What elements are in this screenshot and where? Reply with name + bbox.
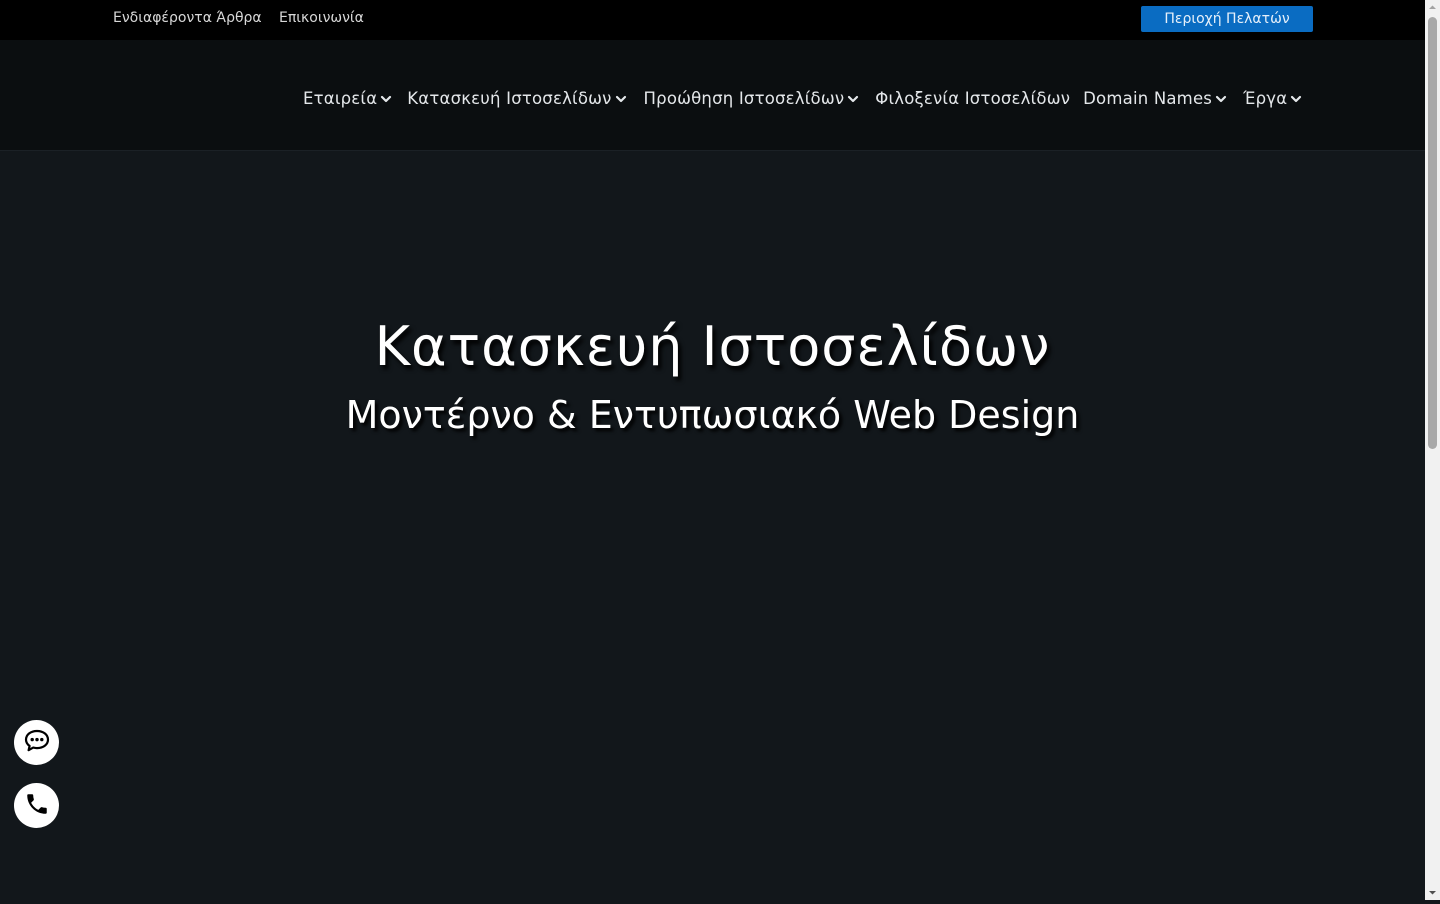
- nav-item-label: Εταιρεία: [303, 89, 378, 108]
- nav-item-label: Έργα: [1243, 89, 1288, 108]
- page: Ενδιαφέροντα Άρθρα Επικοινωνία Περιοχή Π…: [0, 0, 1425, 900]
- chat-button[interactable]: [14, 720, 59, 765]
- chevron-down-icon: [1214, 92, 1228, 106]
- chat-bubble-icon: [24, 729, 50, 757]
- main-header: Εταιρεία Κατασκευή Ιστοσελίδων Προώθηση …: [0, 40, 1425, 151]
- nav-item-label: Κατασκευή Ιστοσελίδων: [407, 89, 612, 108]
- scroll-down-arrow-icon[interactable]: [1425, 885, 1440, 900]
- phone-button[interactable]: [14, 783, 59, 828]
- nav-item-web-hosting[interactable]: Φιλοξενία Ιστοσελίδων: [875, 88, 1070, 110]
- hero-title: Κατασκευή Ιστοσελίδων: [374, 315, 1051, 378]
- hero-subtitle: Μοντέρνο & Εντυπωσιακό Web Design: [345, 393, 1080, 437]
- scrollbar-thumb[interactable]: [1428, 17, 1437, 449]
- nav-item-website-construction[interactable]: Κατασκευή Ιστοσελίδων: [407, 88, 627, 110]
- nav-item-label: Προώθηση Ιστοσελίδων: [643, 89, 845, 108]
- chevron-down-icon: [614, 92, 628, 106]
- chevron-down-icon: [379, 92, 393, 106]
- chevron-down-icon: [846, 92, 860, 106]
- nav-item-projects[interactable]: Έργα: [1243, 88, 1303, 110]
- nav-item-website-promotion[interactable]: Προώθηση Ιστοσελίδων: [644, 88, 861, 110]
- nav-item-company[interactable]: Εταιρεία: [303, 88, 393, 110]
- nav-item-label: Domain Names: [1083, 89, 1213, 108]
- scroll-up-arrow-icon[interactable]: [1425, 0, 1440, 15]
- nav-item-domain-names[interactable]: Domain Names: [1083, 88, 1228, 110]
- chevron-down-icon: [1289, 92, 1303, 106]
- contact-link[interactable]: Επικοινωνία: [279, 9, 364, 27]
- articles-link[interactable]: Ενδιαφέροντα Άρθρα: [113, 9, 262, 27]
- top-utility-bar: Ενδιαφέροντα Άρθρα Επικοινωνία Περιοχή Π…: [0, 0, 1425, 40]
- main-nav: Εταιρεία Κατασκευή Ιστοσελίδων Προώθηση …: [303, 88, 1303, 110]
- vertical-scrollbar[interactable]: [1425, 0, 1440, 900]
- client-area-button[interactable]: Περιοχή Πελατών: [1141, 6, 1313, 32]
- phone-icon: [24, 791, 50, 821]
- nav-item-label: Φιλοξενία Ιστοσελίδων: [875, 89, 1071, 108]
